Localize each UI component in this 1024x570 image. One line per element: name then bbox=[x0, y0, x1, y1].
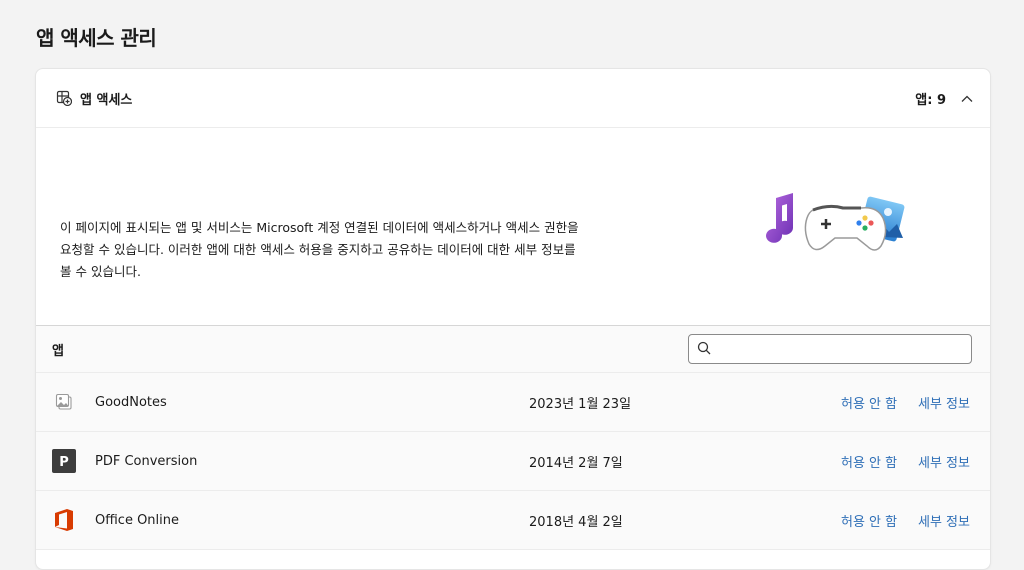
apps-label: 앱 bbox=[52, 343, 64, 359]
app-name: PDF Conversion bbox=[95, 453, 198, 469]
table-row: Office Online 2018년 4월 2일 허용 안 함 세부 정보 bbox=[36, 491, 990, 550]
generic-app-icon bbox=[52, 390, 76, 414]
card-title: 앱 액세스 bbox=[80, 92, 133, 108]
disallow-link[interactable]: 허용 안 함 bbox=[841, 393, 897, 412]
search-input[interactable] bbox=[717, 336, 971, 362]
disallow-link[interactable]: 허용 안 함 bbox=[841, 452, 897, 471]
intro-section: 이 페이지에 표시되는 앱 및 서비스는 Microsoft 계정 연결된 데이… bbox=[36, 128, 990, 326]
app-access-card: 앱 액세스 앱: 9 이 페이지에 표시되는 앱 및 서비스는 Microsof… bbox=[35, 68, 991, 570]
app-name: GoodNotes bbox=[95, 394, 167, 410]
disallow-link[interactable]: 허용 안 함 bbox=[841, 511, 897, 530]
svg-text:P: P bbox=[59, 455, 69, 470]
office-logo-icon bbox=[52, 508, 76, 532]
page-title: 앱 액세스 관리 bbox=[36, 26, 157, 50]
app-date: 2023년 1월 23일 bbox=[529, 396, 632, 412]
app-count: 앱: 9 bbox=[915, 92, 946, 108]
apps-toolbar: 앱 bbox=[36, 326, 990, 373]
app-date: 2018년 4월 2일 bbox=[529, 514, 623, 530]
details-link[interactable]: 세부 정보 bbox=[918, 393, 970, 412]
table-row: GoodNotes 2023년 1월 23일 허용 안 함 세부 정보 bbox=[36, 373, 990, 432]
app-access-icon bbox=[56, 90, 73, 107]
table-row: P PDF Conversion 2014년 2월 7일 허용 안 함 세부 정… bbox=[36, 432, 990, 491]
details-link[interactable]: 세부 정보 bbox=[918, 452, 970, 471]
app-date: 2014년 2월 7일 bbox=[529, 455, 623, 471]
card-header[interactable]: 앱 액세스 앱: 9 bbox=[36, 69, 990, 128]
details-link[interactable]: 세부 정보 bbox=[918, 511, 970, 530]
intro-text: 이 페이지에 표시되는 앱 및 서비스는 Microsoft 계정 연결된 데이… bbox=[60, 220, 579, 279]
search-box[interactable] bbox=[688, 334, 972, 364]
search-icon bbox=[697, 340, 711, 359]
apps-hero-illustration bbox=[766, 193, 905, 251]
music-note-icon bbox=[766, 193, 793, 243]
p-letter-icon: P bbox=[52, 449, 76, 473]
game-controller-icon bbox=[804, 204, 887, 251]
app-name: Office Online bbox=[95, 512, 180, 528]
chevron-up-icon[interactable] bbox=[960, 91, 974, 105]
